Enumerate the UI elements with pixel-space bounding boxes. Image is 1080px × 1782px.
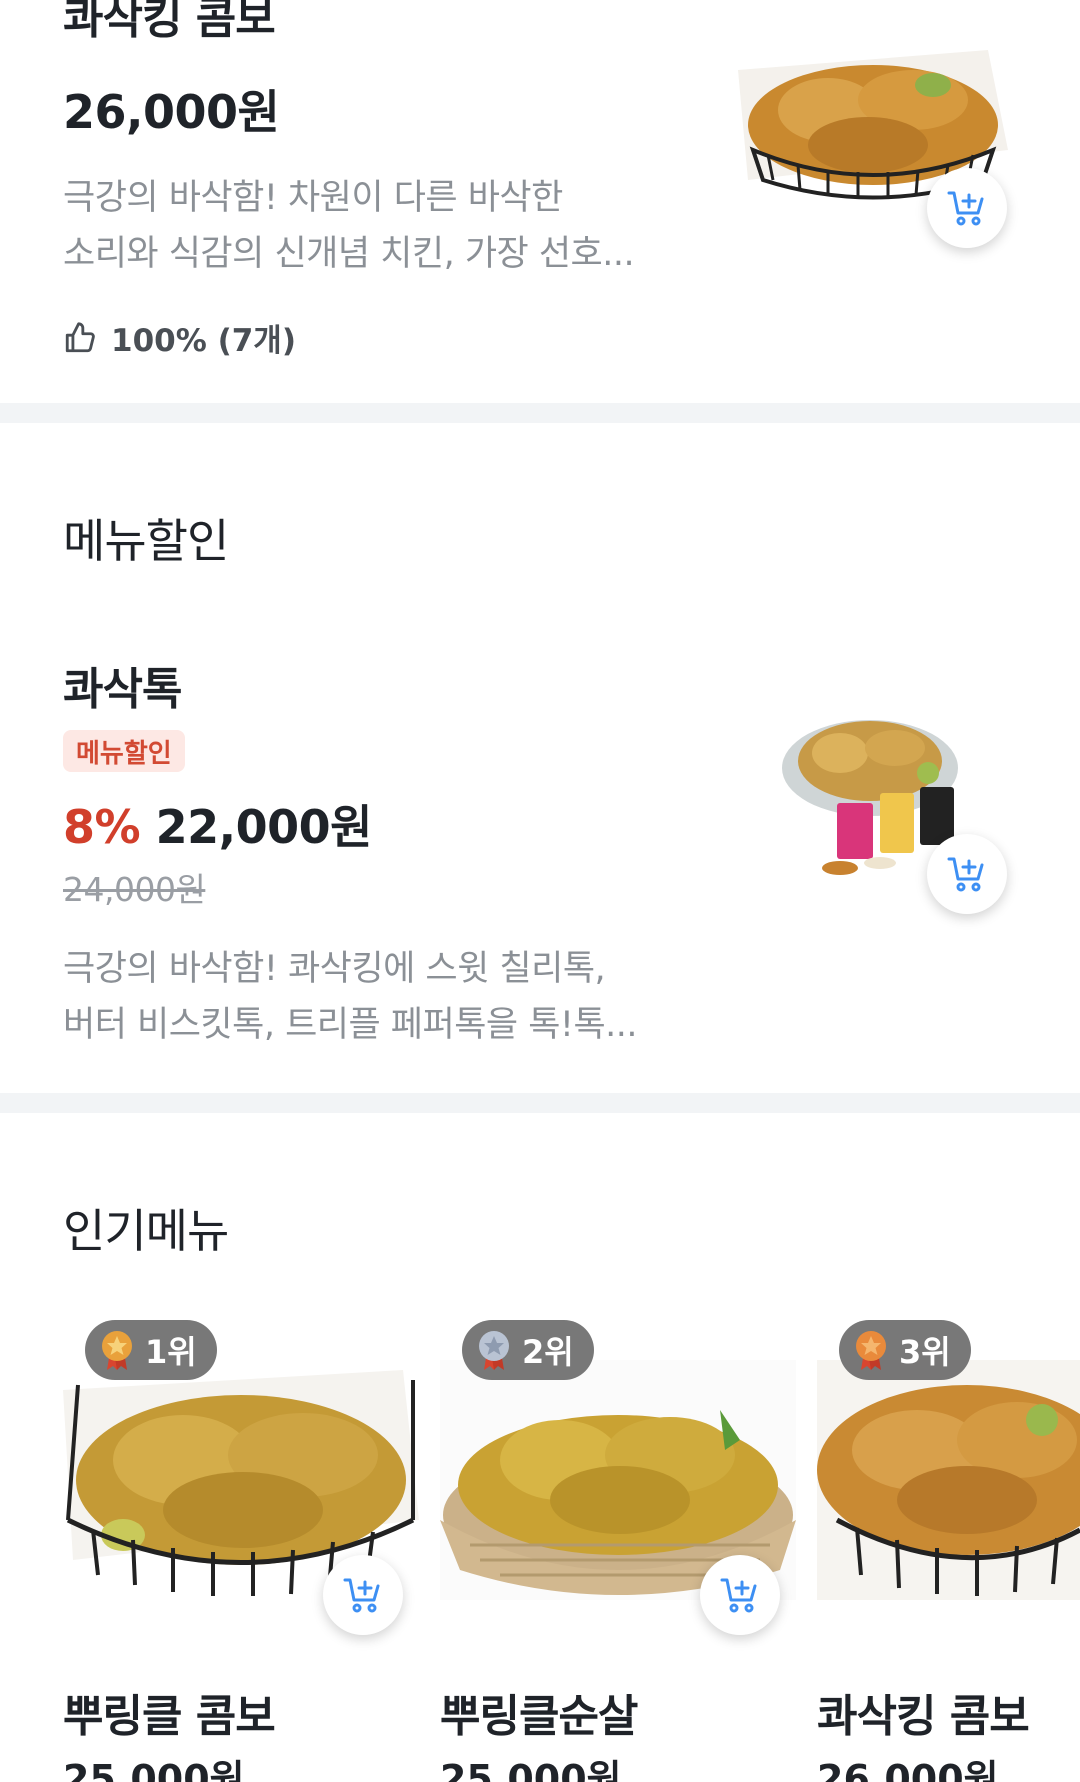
section-divider	[0, 403, 1080, 423]
discount-percent: 8%	[63, 800, 141, 854]
add-to-cart-button[interactable]	[927, 168, 1007, 248]
card-name: 뿌링클순살	[440, 1691, 638, 1742]
card-name: 뿌링클 콤보	[63, 1691, 276, 1742]
item-price: 26,000원	[63, 85, 280, 139]
kwasakking-chicken-basket-image	[817, 1360, 1080, 1600]
card-price: 25,000원	[440, 1757, 622, 1782]
review-rating: 100% (7개)	[63, 315, 296, 360]
discount-badge: 메뉴할인	[63, 730, 185, 772]
card-price: 25,000원	[63, 1757, 245, 1782]
add-to-cart-button[interactable]	[700, 1555, 780, 1635]
rank-badge: 1위	[85, 1320, 217, 1380]
medal-icon	[856, 1331, 886, 1370]
description-line: 극강의 바삭함! 콰삭킹에 스윗 칠리톡,	[63, 949, 606, 989]
add-to-cart-button[interactable]	[323, 1555, 403, 1635]
rank-text: 1위	[145, 1333, 197, 1371]
item-name: 콰삭톡	[63, 664, 182, 715]
section-divider	[0, 1093, 1080, 1113]
rank-badge: 3위	[839, 1320, 971, 1380]
rank-text: 2위	[522, 1333, 574, 1371]
review-text: 100% (7개)	[111, 323, 296, 359]
menu-item-kwasakking-combo[interactable]: 콰삭킹 콤보 26,000원 극강의 바삭함! 차원이 다른 바삭한 소리와 식…	[0, 0, 1080, 403]
item-description: 극강의 바삭함! 차원이 다른 바삭한 소리와 식감의 신개념 치킨, 가장 선…	[63, 170, 683, 282]
sale-price: 22,000원	[155, 800, 373, 854]
cart-plus-icon	[947, 857, 984, 892]
cart-plus-icon	[343, 1578, 380, 1613]
medal-icon	[102, 1331, 132, 1370]
item-price-row: 8% 22,000원	[63, 791, 372, 857]
rank-badge: 2위	[462, 1320, 594, 1380]
card-name: 콰삭킹 콤보	[817, 1691, 1030, 1742]
cart-plus-icon	[720, 1578, 757, 1613]
cart-plus-icon	[947, 191, 984, 226]
medal-icon	[479, 1331, 509, 1370]
thumbs-up-icon	[65, 321, 95, 352]
card-price: 26,000원	[817, 1757, 999, 1782]
menu-item-kwasaktok[interactable]: 콰삭톡 메뉴할인 8% 22,000원 24,000원 극강의 바삭함! 콰삭킹…	[0, 423, 1080, 1093]
item-description: 극강의 바삭함! 콰삭킹에 스윗 칠리톡, 버터 비스킷톡, 트리플 페퍼톡을 …	[63, 941, 683, 1053]
discount-menu-section: 메뉴할인 콰삭톡 메뉴할인 8% 22,000원 24,000원 극강의 바삭함…	[0, 423, 1080, 1093]
card-image	[817, 1360, 1080, 1600]
section-title: 인기메뉴	[63, 1204, 229, 1258]
description-line: 버터 비스킷톡, 트리플 페퍼톡을 톡!톡...	[63, 1005, 638, 1045]
description-line: 소리와 식감의 신개념 치킨, 가장 선호...	[63, 234, 635, 274]
add-to-cart-button[interactable]	[927, 834, 1007, 914]
item-name: 콰삭킹 콤보	[63, 0, 276, 44]
description-line: 극강의 바삭함! 차원이 다른 바삭한	[63, 178, 563, 218]
original-price: 24,000원	[63, 870, 206, 909]
rank-text: 3위	[899, 1333, 951, 1371]
